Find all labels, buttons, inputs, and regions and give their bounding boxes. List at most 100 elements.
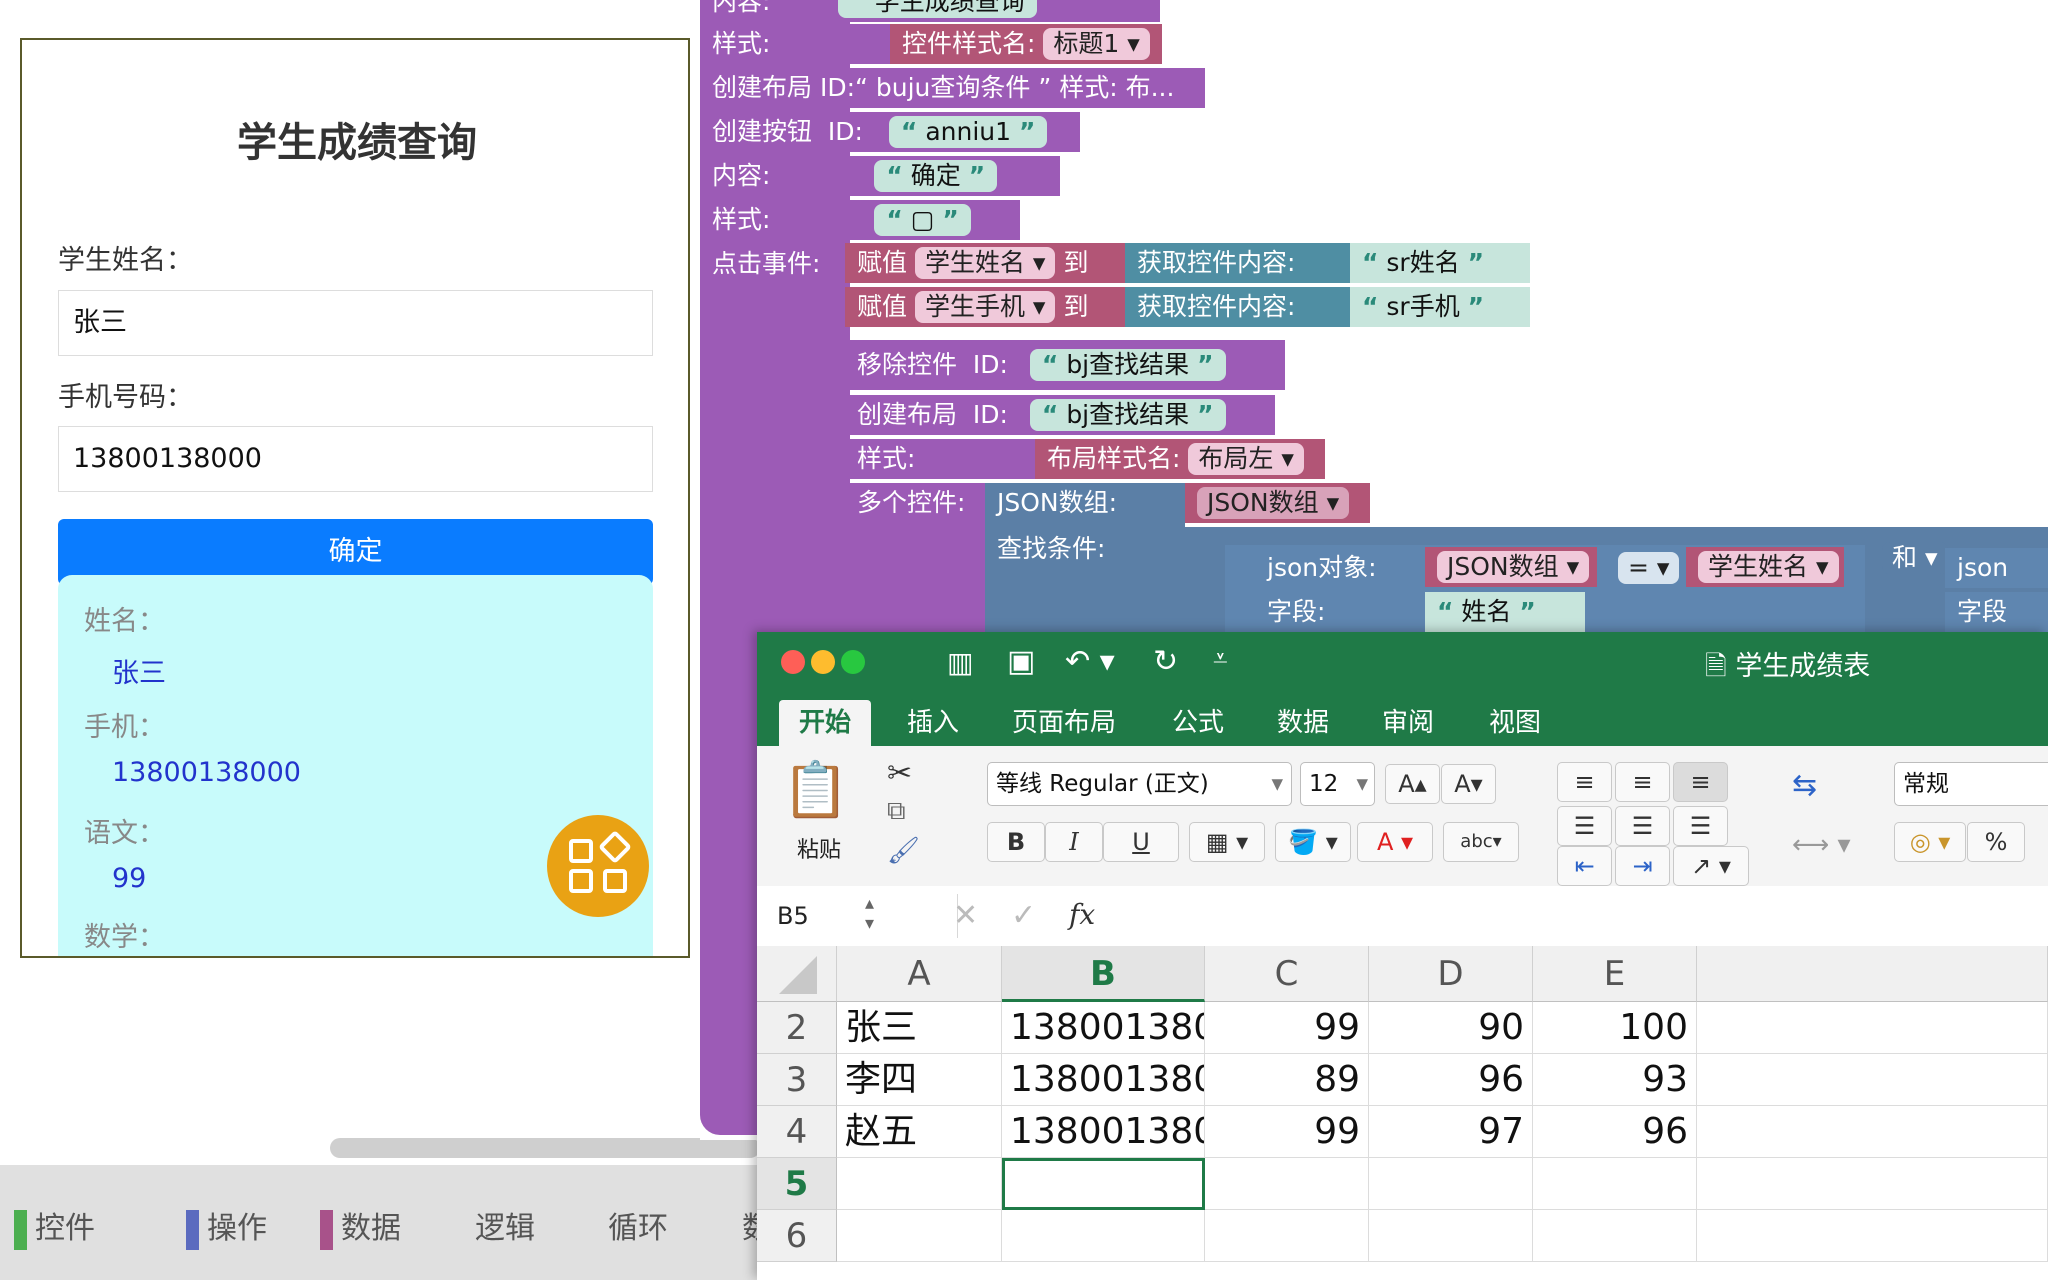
toolbox-category-logic[interactable]: 逻辑	[475, 1203, 535, 1247]
student-name-var-block[interactable]: 学生姓名 ▾	[1686, 547, 1844, 587]
decrease-indent-icon[interactable]: ⇤	[1557, 846, 1612, 886]
cell[interactable]	[1533, 1158, 1697, 1210]
align-left-icon[interactable]: ☰	[1557, 806, 1612, 846]
cell[interactable]	[1369, 1210, 1533, 1262]
variable-dropdown[interactable]: 学生手机 ▾	[914, 291, 1056, 323]
cut-icon[interactable]: ✂	[887, 756, 912, 791]
italic-button[interactable]: I	[1045, 822, 1103, 862]
cell[interactable]	[1697, 1158, 2048, 1210]
active-cell-b5[interactable]	[1002, 1158, 1205, 1210]
column-header-c[interactable]: C	[1205, 946, 1369, 1002]
cell[interactable]: 张三	[837, 1002, 1002, 1054]
cell[interactable]	[837, 1158, 1002, 1210]
remove-control-block[interactable]: 移除控件 ID: “ bj查找结果 ”	[845, 340, 1285, 390]
horizontal-scrollbar[interactable]	[330, 1138, 760, 1158]
variable-dropdown[interactable]: 学生姓名 ▾	[1698, 551, 1839, 583]
column-header-d[interactable]: D	[1369, 946, 1533, 1002]
name-box[interactable]: B5	[777, 902, 809, 930]
align-top-icon[interactable]: ≡	[1557, 762, 1612, 802]
zoom-window-button[interactable]	[841, 650, 865, 674]
align-center-icon[interactable]: ☰	[1615, 806, 1670, 846]
cell[interactable]: 13800138001	[1002, 1054, 1205, 1106]
cancel-icon[interactable]: ✕	[953, 898, 978, 933]
name-box-stepper-icon[interactable]: ▴ ▾	[865, 894, 874, 934]
block-create-layout[interactable]: 创建布局 ID:“ buju查询条件 ” 样式: 布...	[700, 68, 1205, 108]
align-right-icon[interactable]: ☰	[1673, 806, 1728, 846]
operator-dropdown[interactable]: = ▾	[1606, 548, 1680, 588]
phone-input[interactable]: 13800138000	[58, 426, 653, 492]
style-name-block[interactable]: 控件样式名: 标题1 ▾	[890, 24, 1162, 64]
get-id-field-name[interactable]: “ sr姓名 ”	[1350, 243, 1530, 283]
json-object-block[interactable]: JSON数组 ▾	[1425, 547, 1597, 587]
minimize-window-button[interactable]	[811, 650, 835, 674]
cell[interactable]	[1205, 1210, 1369, 1262]
layout-id-field[interactable]: “ bj查找结果 ”	[1029, 399, 1226, 431]
create-layout-block[interactable]: 创建布局 ID: “ bj查找结果 ”	[845, 395, 1275, 435]
cell[interactable]: 97	[1369, 1106, 1533, 1158]
block-button-content[interactable]: 内容: “ 确定 ”	[700, 156, 1060, 196]
fill-color-icon[interactable]: 🪣 ▾	[1275, 822, 1351, 862]
json-array-dropdown[interactable]: JSON数组 ▾	[1197, 487, 1350, 519]
row-header[interactable]: 4	[757, 1106, 837, 1158]
formula-input[interactable]	[1117, 886, 2048, 946]
row-header[interactable]: 2	[757, 1002, 837, 1054]
select-all-corner[interactable]	[757, 946, 837, 1002]
field-value-field[interactable]: “ 姓名 ”	[1425, 592, 1585, 632]
toolbox-category-controls[interactable]: 控件	[14, 1203, 95, 1250]
tab-review[interactable]: 审阅	[1382, 702, 1434, 739]
column-header-b[interactable]: B	[1002, 946, 1205, 1002]
tab-insert[interactable]: 插入	[907, 702, 959, 739]
name-input[interactable]: 张三	[58, 290, 653, 356]
tab-formulas[interactable]: 公式	[1172, 702, 1224, 739]
variable-dropdown[interactable]: 学生姓名 ▾	[914, 247, 1056, 279]
column-header-e[interactable]: E	[1533, 946, 1697, 1002]
and-dropdown[interactable]: 和 ▾	[1870, 538, 1950, 578]
layout-style-block[interactable]: 布局样式名: 布局左 ▾	[1035, 439, 1325, 479]
cell[interactable]	[1533, 1210, 1697, 1262]
assign-block-name[interactable]: 赋值 学生姓名 ▾ 到	[845, 243, 1125, 283]
cell[interactable]: 93	[1533, 1054, 1697, 1106]
text-field[interactable]: “ 学生成绩查询	[838, 0, 1037, 18]
toolbox-category-data[interactable]: 数据	[320, 1203, 401, 1250]
button-content-field[interactable]: “ 确定 ”	[874, 160, 998, 192]
copy-icon[interactable]: ⧉	[887, 796, 906, 827]
align-middle-icon[interactable]: ≡	[1615, 762, 1670, 802]
save-icon[interactable]: ▣	[1007, 644, 1035, 679]
button-style-field[interactable]: “ ▢ ”	[874, 204, 971, 236]
tab-page-layout[interactable]: 页面布局	[1012, 702, 1116, 739]
column-header-f[interactable]	[1697, 946, 2048, 1002]
cell[interactable]: 90	[1369, 1002, 1533, 1054]
column-header-a[interactable]: A	[837, 946, 1002, 1002]
cell[interactable]	[1697, 1002, 2048, 1054]
json-array-var-block[interactable]: JSON数组 ▾	[1185, 483, 1370, 523]
cell[interactable]: 李四	[837, 1054, 1002, 1106]
tab-data[interactable]: 数据	[1277, 702, 1329, 739]
increase-indent-icon[interactable]: ⇥	[1615, 846, 1670, 886]
decrease-font-icon[interactable]: A▾	[1441, 764, 1496, 804]
get-id-field-phone[interactable]: “ sr手机 ”	[1350, 287, 1530, 327]
font-size-select[interactable]: 12 ▾	[1300, 762, 1375, 806]
cell[interactable]: 96	[1533, 1106, 1697, 1158]
block-content-row[interactable]: 内容: “ 学生成绩查询	[700, 0, 1160, 22]
row-header[interactable]: 5	[757, 1158, 837, 1210]
percent-style-button[interactable]: %	[1967, 822, 2025, 862]
format-painter-icon[interactable]: 🖌	[887, 836, 920, 866]
text-styles-icon[interactable]: abc▾	[1443, 822, 1519, 862]
assign-block-phone[interactable]: 赋值 学生手机 ▾ 到	[845, 287, 1125, 327]
borders-icon[interactable]: ▦ ▾	[1189, 822, 1265, 862]
merge-center-icon[interactable]: ⟷ ▾	[1792, 830, 1851, 860]
font-name-select[interactable]: 等线 Regular (正文) ▾	[987, 762, 1292, 806]
align-bottom-icon[interactable]: ≡	[1673, 762, 1728, 802]
sidebar-toggle-icon[interactable]: ▥	[947, 646, 973, 679]
block-style-row[interactable]: 样式: 控件样式名: 标题1 ▾	[700, 24, 1162, 64]
button-id-field[interactable]: “ anniu1 ”	[888, 116, 1048, 148]
layout-style-row[interactable]: 样式: 布局样式名: 布局左 ▾	[845, 439, 1325, 479]
get-content-block-phone[interactable]: 获取控件内容:	[1125, 287, 1350, 327]
cell[interactable]	[1697, 1054, 2048, 1106]
json-array-block[interactable]: JSON数组: 查找条件:	[985, 483, 1185, 643]
orientation-icon[interactable]: ↗ ▾	[1673, 846, 1749, 886]
cell[interactable]	[1002, 1210, 1205, 1262]
layout-style-dropdown[interactable]: 布局左 ▾	[1188, 443, 1304, 475]
bold-button[interactable]: B	[987, 822, 1045, 862]
apps-fab-button[interactable]	[547, 815, 649, 917]
